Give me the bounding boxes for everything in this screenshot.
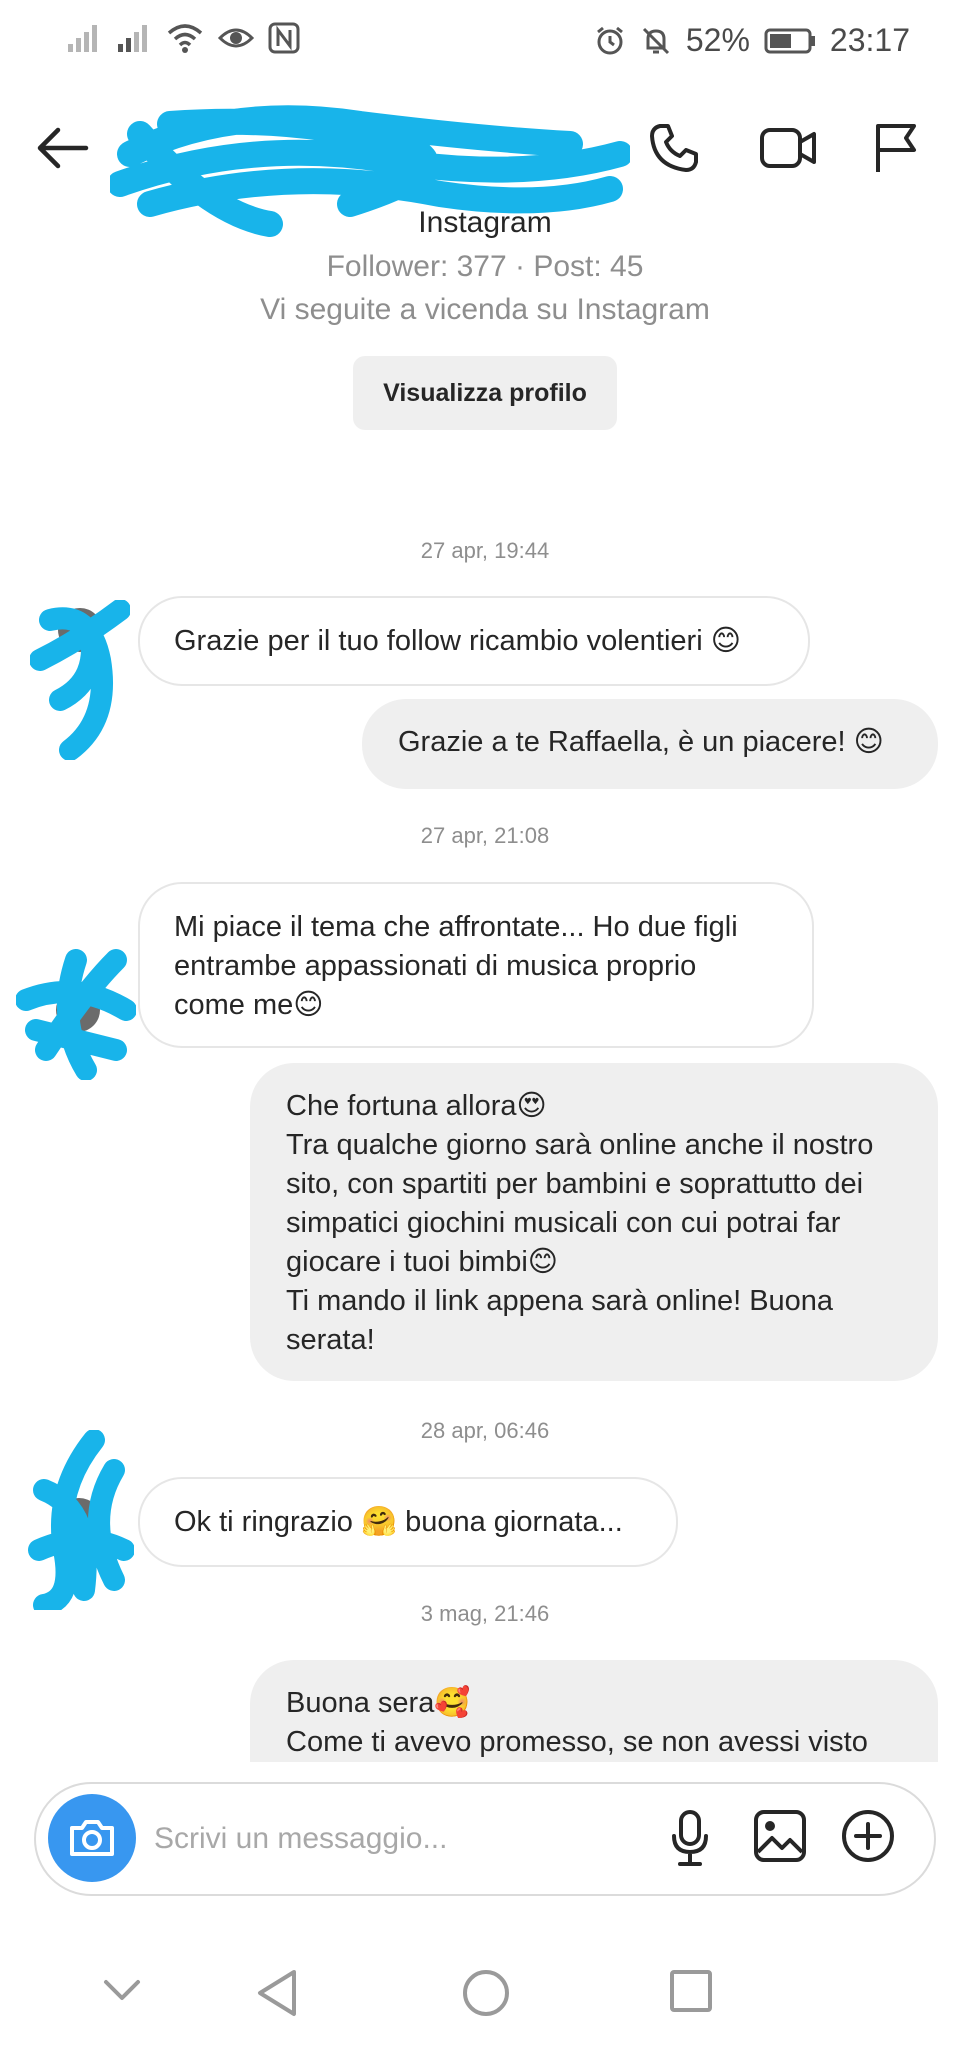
- message-line: sito, con spartiti per bambini e sopratt…: [286, 1168, 864, 1200]
- signal-icon: [118, 25, 147, 52]
- message-line: come me😊: [174, 989, 324, 1021]
- timestamp: 27 apr, 19:44: [420, 538, 550, 563]
- back-triangle-icon[interactable]: [254, 1968, 302, 2018]
- flag-icon[interactable]: [870, 120, 922, 176]
- wifi-icon: [167, 24, 203, 53]
- microphone-icon[interactable]: [666, 1808, 714, 1868]
- camera-button[interactable]: [48, 1794, 136, 1882]
- message-line: simpatici giochini musicali con cui potr…: [286, 1207, 841, 1239]
- incoming-message: Grazie per il tuo follow ricambio volent…: [138, 596, 810, 686]
- view-profile-button[interactable]: Visualizza profilo: [353, 356, 617, 430]
- message-input[interactable]: [152, 1810, 596, 1868]
- timestamp: 28 apr, 06:46: [420, 1418, 550, 1443]
- status-left: [66, 22, 300, 54]
- chevron-down-icon[interactable]: [100, 1968, 144, 2012]
- status-right: 52% 23:17: [594, 22, 910, 59]
- timestamp: 27 apr, 21:08: [420, 823, 550, 848]
- timestamp: 3 mag, 21:46: [420, 1601, 550, 1626]
- message-line: Ti mando il link appena sarà online! Buo…: [286, 1285, 834, 1317]
- alarm-icon: [596, 26, 623, 54]
- message-clip: Buona sera🥰 Come ti avevo promesso, se n…: [250, 1660, 938, 1762]
- message-text: Ok ti ringrazio 🤗 buona giornata...: [174, 1506, 623, 1538]
- back-arrow-icon[interactable]: [34, 124, 90, 172]
- home-circle-icon[interactable]: [461, 1968, 511, 2018]
- profile-name: Instagram: [418, 206, 552, 239]
- incoming-message: Ok ti ringrazio 🤗 buona giornata...: [138, 1477, 678, 1567]
- battery-percent: 52%: [685, 22, 750, 58]
- outgoing-message: Buona sera🥰 Come ti avevo promesso, se n…: [250, 1660, 938, 1762]
- eye-icon: [218, 28, 254, 48]
- outgoing-message: Che fortuna allora😍 Tra qualche giorno s…: [250, 1063, 938, 1381]
- message-line: serata!: [286, 1324, 375, 1356]
- recents-square-icon[interactable]: [668, 1968, 714, 2014]
- message-line: Buona sera🥰: [286, 1687, 471, 1719]
- navigation-bar: [0, 1940, 970, 2048]
- avatar: [28, 1430, 134, 1610]
- message-line: Che fortuna allora😍: [286, 1090, 547, 1122]
- message-line: giocare i tuoi bimbi😊: [286, 1246, 559, 1278]
- chat-header: [0, 84, 970, 237]
- message-text: Grazie a te Raffaella, è un piacere! 😊: [398, 726, 884, 758]
- battery-icon: [764, 28, 815, 53]
- clock: 23:17: [829, 22, 910, 58]
- profile-stats: Follower: 377 · Post: 45: [326, 250, 644, 283]
- signal-icon: [68, 25, 97, 52]
- plus-icon[interactable]: [840, 1808, 896, 1864]
- mutual-follow-text: Vi seguite a vicenda su Instagram: [260, 293, 710, 326]
- video-call-icon[interactable]: [758, 120, 820, 176]
- phone-icon[interactable]: [646, 120, 702, 176]
- message-composer: [34, 1782, 936, 1896]
- avatar: [16, 949, 136, 1080]
- status-bar: 52% 23:17: [0, 0, 970, 84]
- message-line: entrambe appassionati di musica proprio: [174, 950, 697, 982]
- outgoing-message: Grazie a te Raffaella, è un piacere! 😊: [362, 699, 938, 789]
- message-line: Come ti avevo promesso, se non avessi vi…: [286, 1726, 868, 1758]
- message-text: Grazie per il tuo follow ricambio volent…: [174, 625, 741, 657]
- message-line: Tra qualche giorno sarà online anche il …: [286, 1129, 874, 1161]
- incoming-message: Mi piace il tema che affrontate... Ho du…: [138, 882, 814, 1048]
- nfc-icon: [268, 22, 300, 54]
- gallery-icon[interactable]: [752, 1808, 808, 1864]
- message-line: Mi piace il tema che affrontate... Ho du…: [174, 911, 738, 943]
- avatar: [30, 600, 130, 760]
- camera-icon: [70, 1820, 114, 1856]
- mute-icon: [642, 27, 669, 54]
